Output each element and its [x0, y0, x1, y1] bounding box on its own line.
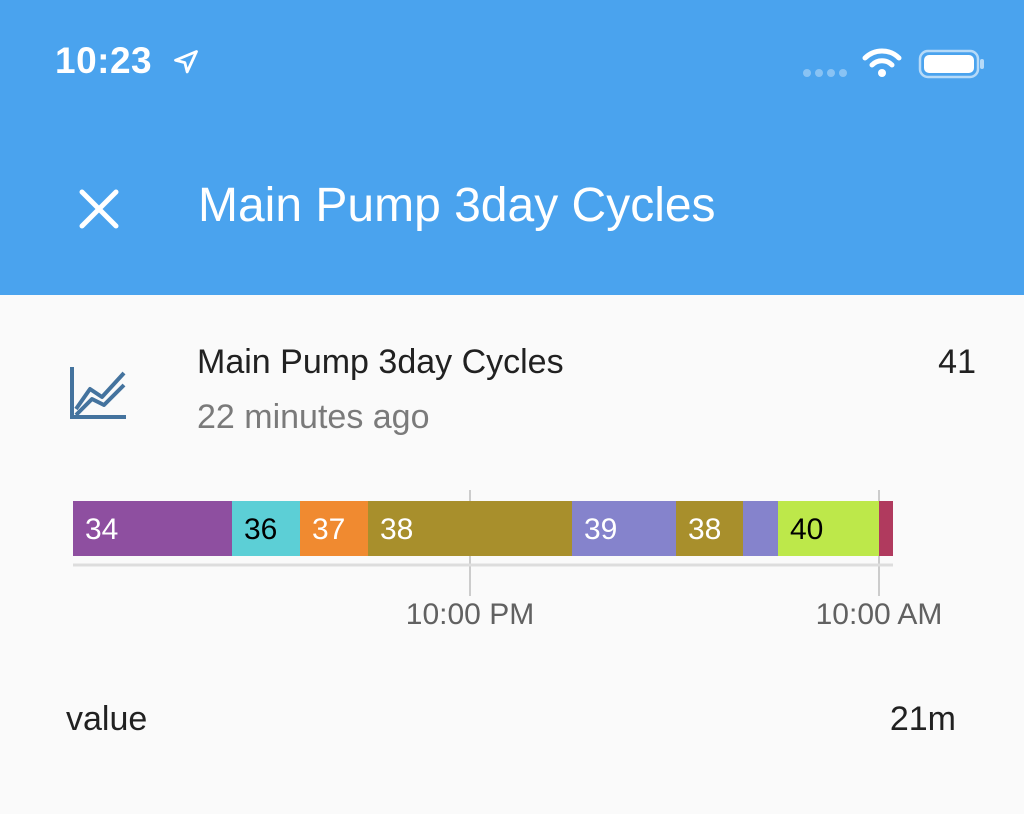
timeline-segment[interactable]: [879, 501, 893, 556]
x-tick-label: 10:00 AM: [816, 598, 943, 631]
chart-line-icon: [70, 367, 126, 419]
attribute-value: 21m: [889, 700, 956, 738]
timeline-segment-label: 40: [790, 513, 823, 546]
status-time: 10:23: [55, 40, 153, 81]
wifi-icon: [862, 48, 902, 77]
timeline-segment-label: 38: [688, 513, 721, 546]
location-arrow-icon: [174, 50, 198, 74]
cellular-signal-icon: [803, 69, 847, 77]
timeline-segment-label: 34: [85, 513, 118, 546]
timeline-segment-label: 36: [244, 513, 277, 546]
battery-icon: [918, 49, 984, 79]
close-icon[interactable]: [70, 180, 128, 238]
dialog-title: Main Pump 3day Cycles: [198, 179, 716, 232]
attribute-label: value: [66, 700, 148, 738]
entity-last-changed: 22 minutes ago: [197, 398, 430, 436]
timeline-segment-label: 37: [312, 513, 345, 546]
timeline-segment[interactable]: [743, 501, 778, 556]
timeline-segment-label: 38: [380, 513, 413, 546]
history-timeline-chart[interactable]: 34 36 37 38 39 38 40 10:00 PM 10:00 AM: [0, 480, 1024, 640]
entity-name: Main Pump 3day Cycles: [197, 343, 564, 381]
x-tick-label: 10:00 PM: [406, 598, 534, 631]
app-header: 10:23 Main Pump 3day Cycles: [0, 0, 1024, 295]
timeline-segment-label: 39: [584, 513, 617, 546]
entity-state: 41: [938, 343, 976, 381]
